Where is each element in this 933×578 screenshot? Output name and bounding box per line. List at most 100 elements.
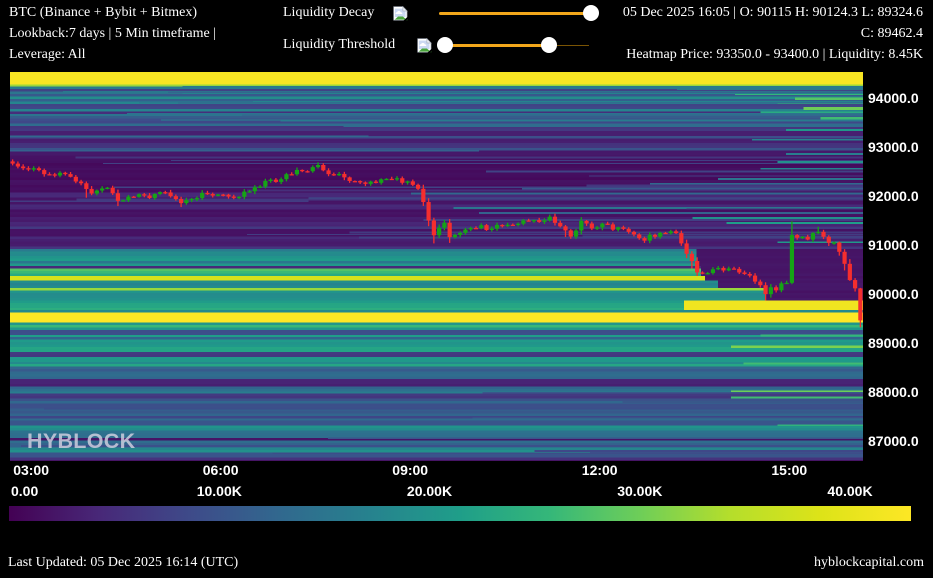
candle-body [800,237,804,238]
candle-body [685,243,689,253]
heatmap-streak [472,417,863,418]
candle-wick [207,191,208,195]
heatmap-streak [76,157,863,159]
candle-body [632,232,636,235]
heatmap-streak [247,234,863,235]
candle-body [642,238,646,241]
heatmap-row [10,357,863,360]
heatmap-streak [553,226,863,227]
y-axis-label: 87000.0 [868,433,919,449]
heatmap-streak [344,125,864,127]
candle-body [79,181,83,183]
liquidity-threshold-slider[interactable] [439,37,589,53]
candle-body [353,181,357,182]
candle-body [163,192,167,193]
candle-body [137,194,141,197]
y-axis-label: 94000.0 [868,90,919,106]
candle-body [727,268,731,270]
heatmap-streak [161,119,863,120]
candle-body [432,220,436,235]
candle-body [463,229,467,232]
heatmap-streak [77,198,864,200]
heatmap-row [10,266,701,269]
y-axis-label: 93000.0 [868,139,919,155]
candle-body [58,173,62,176]
candle-body [316,165,320,167]
candle-body [290,174,294,175]
heatmap-row [10,153,863,156]
heatmap-row [765,298,863,301]
candle-body [442,223,446,228]
heatmap-streak [803,107,863,110]
close-line: C: 89462.4 [623,23,923,44]
candle-body [848,264,852,280]
liquidity-threshold-handle-low[interactable] [437,37,453,53]
heatmap-row [10,431,863,434]
heatmap-row [10,210,863,213]
candle-body [421,189,425,202]
heatmap-row [705,276,863,279]
heatmap-row [718,283,863,286]
heatmap-streak [752,139,863,141]
candle-body [311,167,315,171]
heatmap-streak [589,175,863,176]
heatmap-row [10,241,863,244]
site-link[interactable]: hyblockcapital.com [814,552,924,573]
heatmap-row [10,426,863,429]
candle-body [837,242,841,251]
heatmap-streak [623,401,864,402]
candle-body [216,195,220,196]
heatmap-row [701,271,863,274]
liquidity-threshold-track[interactable] [439,44,549,47]
candle-body [737,269,741,273]
heatmap-row [10,377,863,380]
colorbar-tick-label: 40.00K [827,483,872,499]
heatmap-streak [350,231,864,233]
colorbar-tick-label: 20.00K [407,483,452,499]
candle-body [305,171,309,172]
broken-image-icon [393,6,408,21]
ohlc-line: 05 Dec 2025 16:05 | O: 90115 H: 90124.3 … [623,2,923,23]
candle-body [490,229,494,230]
candle-body [147,196,151,198]
heatmap-row [10,293,765,296]
last-updated: Last Updated: 05 Dec 2025 16:14 (UTC) [8,552,238,573]
heatmap-plot[interactable]: HYBLOCK [10,72,863,461]
heatmap-row [10,423,863,426]
heatmap-streak [486,170,863,172]
heatmap-row [10,332,863,335]
x-axis-label: 09:00 [392,462,428,478]
candle-body [374,182,378,183]
candle-body [816,232,820,233]
heatmap-streak [103,163,863,164]
heatmap-row [10,128,863,131]
candle-body [542,220,546,222]
candle-body [527,220,531,221]
heatmap-row [765,293,863,296]
heatmap-row [10,121,863,124]
candle-body [774,287,778,290]
candle-body [806,237,810,240]
header-right: 05 Dec 2025 16:05 | O: 90115 H: 90124.3 … [623,2,923,65]
liquidity-decay-handle[interactable] [583,5,599,21]
heatmap-row [10,261,697,264]
liquidity-decay-track[interactable] [439,12,589,15]
candle-body [574,231,578,237]
heatmap-row [10,239,863,242]
candle-body [211,194,215,196]
candle-body [105,188,109,189]
candle-body [63,173,67,174]
candle-body [611,224,615,229]
candle-body [627,229,631,232]
liquidity-decay-slider[interactable] [439,5,589,21]
heatmap-streak [786,153,863,155]
heatmap-row [10,318,863,321]
liquidity-threshold-handle-high[interactable] [541,37,557,53]
heatmap-streak [168,92,863,93]
candle-body [606,224,610,225]
heatmap-streak [718,178,863,180]
y-axis-label: 91000.0 [868,237,919,253]
candle-body [253,187,257,191]
candle-body [753,276,757,282]
candle-body [732,268,736,269]
